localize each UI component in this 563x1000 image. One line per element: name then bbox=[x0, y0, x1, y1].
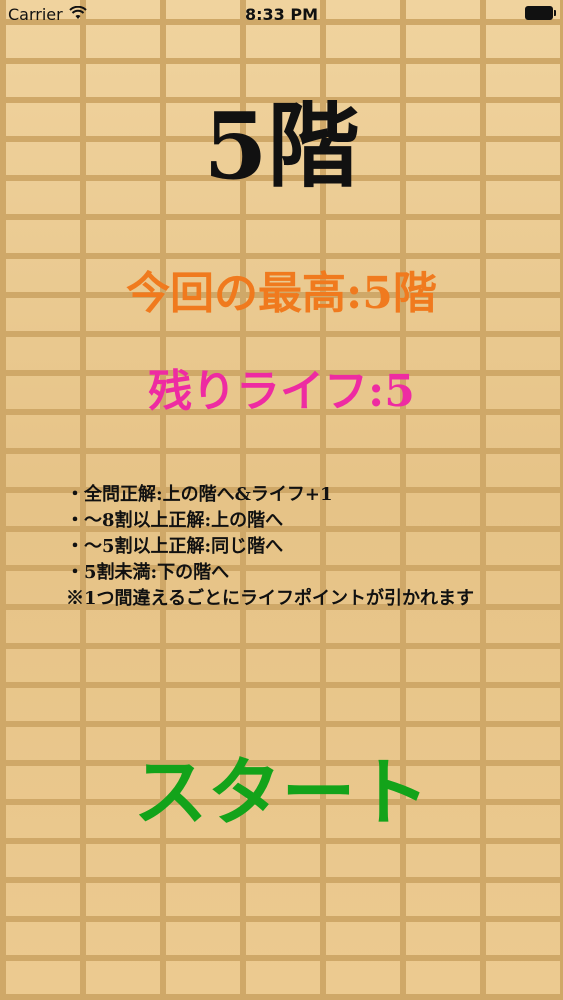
rule-all-correct: ・全問正解:上の階へ&ライフ+1 bbox=[66, 484, 333, 505]
rules-list: ・全問正解:上の階へ&ライフ+1 ・〜8割以上正解:上の階へ ・〜5割以上正解:… bbox=[66, 482, 506, 612]
rule-below-50: ・5割未満:下の階へ bbox=[66, 562, 230, 583]
current-floor-title: 5階 bbox=[203, 92, 360, 200]
battery-icon bbox=[525, 6, 556, 20]
start-button[interactable]: スタート bbox=[0, 756, 563, 830]
remaining-lives-label: 残りライフ:5 bbox=[148, 366, 415, 417]
status-bar: Carrier 8:33 PM bbox=[0, 0, 563, 30]
status-time: 8:33 PM bbox=[244, 5, 318, 24]
rule-life-note: ※1つ間違えるごとにライフポイントが引かれます bbox=[66, 588, 474, 609]
rule-80-percent: ・〜8割以上正解:上の階へ bbox=[66, 510, 284, 531]
best-record-label: 今回の最高:5階 bbox=[126, 268, 437, 319]
rule-50-percent: ・〜5割以上正解:同じ階へ bbox=[66, 536, 284, 557]
